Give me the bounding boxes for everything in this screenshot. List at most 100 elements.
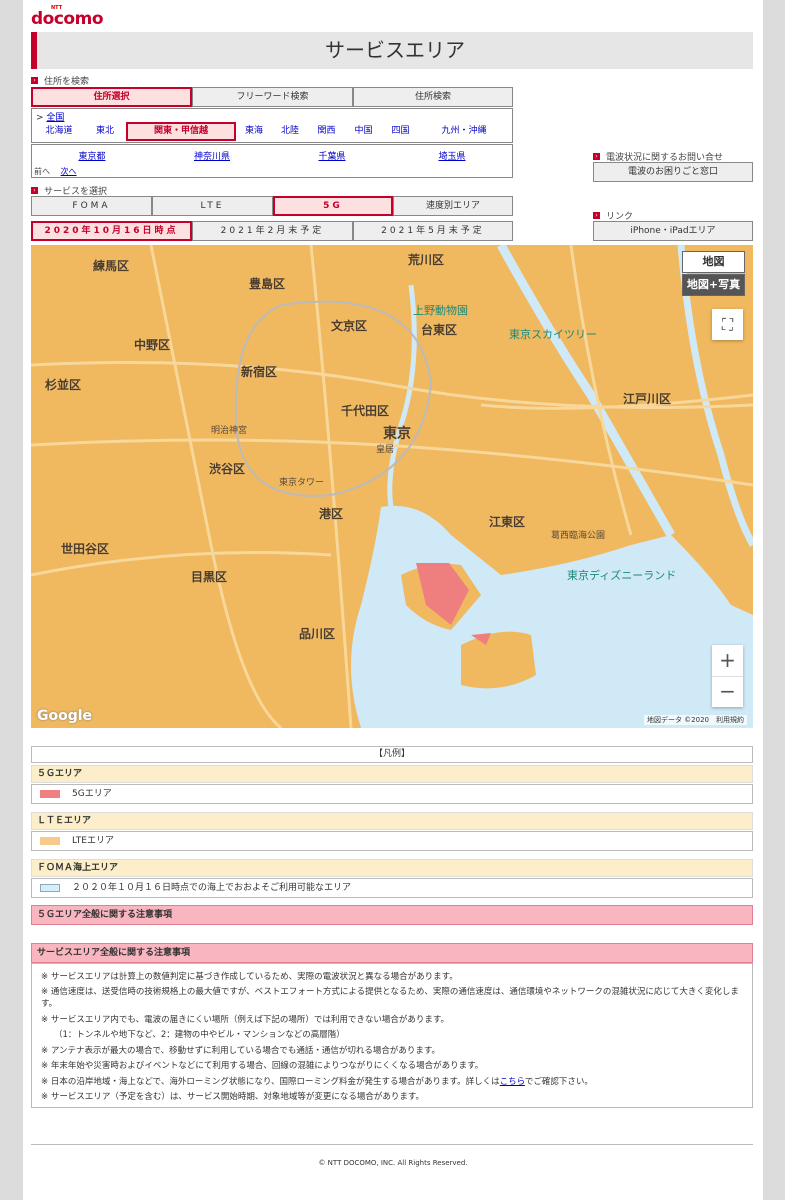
zoom-in-button[interactable]: +: [712, 645, 743, 676]
region-tokai[interactable]: 東海: [236, 122, 272, 141]
map-label-minato: 港区: [319, 507, 344, 521]
pref-tokyo[interactable]: 東京都: [32, 149, 152, 162]
tab-date-current[interactable]: 2020年10月16日時点: [31, 221, 192, 241]
map-poi-tokyo-tower: 東京タワー: [279, 478, 325, 488]
google-logo: Google: [37, 708, 93, 724]
tab-lte[interactable]: LTE: [152, 196, 273, 216]
map-type-satellite-button[interactable]: 地図+写真: [682, 274, 745, 296]
section-marker-icon: ›: [593, 212, 600, 219]
map-label-toshima: 豊島区: [249, 277, 286, 291]
section-marker-icon: ›: [31, 77, 38, 84]
page-title: サービスエリア: [325, 38, 465, 62]
region-kanto[interactable]: 関東・甲信越: [126, 122, 236, 141]
map-poi-kokyo: 皇居: [376, 445, 395, 455]
region-tohoku[interactable]: 東北: [84, 122, 126, 141]
page: NTT docomo サービスエリア › 住所を検索 住所選択 フリーワード検索…: [23, 0, 763, 1200]
notice-item: ※ サービスエリア内でも、電波の届きにくい場所（例えば下記の場所）では利用できな…: [41, 1015, 450, 1025]
map-label-koto: 江東区: [489, 515, 526, 529]
region-chugoku[interactable]: 中国: [345, 122, 382, 141]
region-hokuriku[interactable]: 北陸: [272, 122, 308, 141]
map-label-chiyoda: 千代田区: [341, 404, 390, 418]
region-list: 北海道 東北 関東・甲信越 東海 北陸 関西 中国 四国 九州・沖縄: [34, 122, 509, 141]
pref-pager: 前へ 次へ: [34, 166, 77, 177]
address-section-label: › 住所を検索: [31, 74, 89, 87]
coverage-map[interactable]: 荒川区 練馬区 豊島区 文京区 台東区 中野区 新宿区 杉並区 千代田区 東京 …: [31, 245, 753, 728]
tab-foma[interactable]: FOMA: [31, 196, 152, 216]
address-tabs: 住所選択 フリーワード検索 住所検索: [31, 87, 513, 107]
section-marker-icon: ›: [593, 153, 600, 160]
pager-prev[interactable]: 前へ: [34, 167, 50, 176]
map-label-shibuya: 渋谷区: [209, 462, 246, 476]
title-bar: サービスエリア: [31, 32, 753, 69]
footer-divider: [31, 1144, 753, 1145]
fullscreen-icon[interactable]: ⛶: [712, 309, 743, 340]
region-kyushu[interactable]: 九州・沖縄: [419, 122, 509, 141]
map-label-nakano: 中野区: [134, 338, 171, 352]
legend-foma-text: ２０２０年１０月１６日時点での海上でおおよそご利用可能なエリア: [72, 883, 352, 893]
map-poi-disneyland: 東京ディズニーランド: [567, 569, 677, 582]
notice-item: ※ 年末年始や災害時およびイベントなどにて利用する場合、回線の混雑によりつながり…: [41, 1061, 484, 1071]
roaming-details-link[interactable]: こちら: [500, 1077, 525, 1087]
map-type-map-button[interactable]: 地図: [682, 251, 745, 273]
map-canvas: [31, 245, 753, 728]
notice-roaming-suffix: でご確認下さい。: [524, 1077, 593, 1087]
pager-next[interactable]: 次へ: [61, 167, 77, 176]
pref-chiba[interactable]: 千葉県: [272, 149, 392, 162]
zoom-controls: + −: [712, 645, 743, 707]
zoom-out-button[interactable]: −: [712, 676, 743, 707]
map-label-edogawa: 江戸川区: [623, 392, 672, 406]
region-hokkaido[interactable]: 北海道: [34, 122, 84, 141]
notice-item-sub: （1：トンネルや地下など、2：建物の中やビル・マンションなどの高層階）: [54, 1030, 345, 1040]
tab-5g[interactable]: 5G: [273, 196, 393, 216]
map-label-shinagawa: 品川区: [299, 627, 336, 641]
tab-date-feb[interactable]: 2021年2月末予定: [192, 221, 353, 241]
legend-lte-swatch: [40, 837, 60, 845]
prefecture-selector: 東京都 神奈川県 千葉県 埼玉県 前へ 次へ: [31, 144, 513, 178]
map-poi-skytree: 東京スカイツリー: [509, 328, 597, 341]
map-label-meguro: 目黒区: [191, 570, 228, 584]
map-poi-meiji-jingu: 明治神宮: [211, 426, 248, 436]
map-label-bunkyo: 文京区: [331, 319, 368, 333]
docomo-wordmark: docomo: [31, 9, 104, 29]
region-kansai[interactable]: 関西: [308, 122, 345, 141]
notice-roaming-text: ※ 日本の沿岸地域・海上などで、海外ローミング状態になり、国際ローミング料金が発…: [41, 1077, 500, 1087]
notice-item: ※ 通信速度は、送受信時の技術規格上の最大値ですが、ベストエフォート方式による提…: [41, 987, 739, 1009]
iphone-area-button[interactable]: iPhone・iPadエリア: [593, 221, 753, 241]
notice-general-body: ※ サービスエリアは計算上の数値判定に基づき作成しているため、実際の電波状況と異…: [31, 963, 753, 1108]
region-shikoku[interactable]: 四国: [382, 122, 419, 141]
pref-saitama[interactable]: 埼玉県: [392, 149, 512, 162]
map-label-nerima: 練馬区: [93, 259, 130, 273]
tab-date-may[interactable]: 2021年5月末予定: [353, 221, 513, 241]
section-marker-icon: ›: [31, 187, 38, 194]
map-poi-kasai-park: 葛西臨海公園: [551, 531, 606, 541]
legend-lte-row: LTEエリア: [31, 831, 753, 851]
map-label-shinjuku: 新宿区: [241, 365, 278, 379]
notice-item: ※ サービスエリアは計算上の数値判定に基づき作成しているため、実際の電波状況と異…: [41, 972, 458, 982]
central-breakwater: [461, 631, 536, 689]
notice-5g-header[interactable]: ５Ｇエリア全般に関する注意事項: [31, 905, 753, 925]
map-label-tokyo: 東京: [383, 426, 411, 442]
map-label-suginami: 杉並区: [45, 378, 82, 392]
notice-item-roaming: ※ 日本の沿岸地域・海上などで、海外ローミング状態になり、国際ローミング料金が発…: [41, 1076, 741, 1088]
inquiry-button[interactable]: 電波のお困りごと窓口: [593, 162, 753, 182]
legend-foma-swatch: [40, 884, 60, 892]
map-poi-ueno-zoo: 上野動物園: [413, 304, 468, 317]
map-label-setagaya: 世田谷区: [61, 542, 110, 556]
map-label-taito: 台東区: [421, 323, 458, 337]
legend-5g-row: 5Gエリア: [31, 784, 753, 804]
address-section-text: 住所を検索: [44, 77, 90, 87]
notice-item: ※ サービスエリア（予定を含む）は、サービス開始時期、対象地域等が変更になる場合…: [41, 1092, 424, 1102]
service-tabs: FOMA LTE 5G 速度別エリア: [31, 196, 513, 216]
date-tabs: 2020年10月16日時点 2021年2月末予定 2021年5月末予定: [31, 221, 513, 241]
map-label-arakawa: 荒川区: [408, 253, 445, 267]
legend-lte-text: LTEエリア: [72, 836, 114, 846]
region-selector: > 全国 北海道 東北 関東・甲信越 東海 北陸 関西 中国 四国 九州・沖縄: [31, 108, 513, 143]
tab-freeword-search[interactable]: フリーワード検索: [192, 87, 353, 107]
legend-foma-title: ＦＯＭＡ海上エリア: [31, 859, 753, 877]
footer-copyright: © NTT DOCOMO, INC. All Rights Reserved.: [318, 1159, 468, 1167]
pref-kanagawa[interactable]: 神奈川県: [152, 149, 272, 162]
tab-speed-area[interactable]: 速度別エリア: [393, 196, 513, 216]
tab-address-search[interactable]: 住所検索: [353, 87, 513, 107]
map-copyright[interactable]: 地図データ ©2020 利用規約: [643, 715, 747, 725]
tab-address-select[interactable]: 住所選択: [31, 87, 192, 107]
